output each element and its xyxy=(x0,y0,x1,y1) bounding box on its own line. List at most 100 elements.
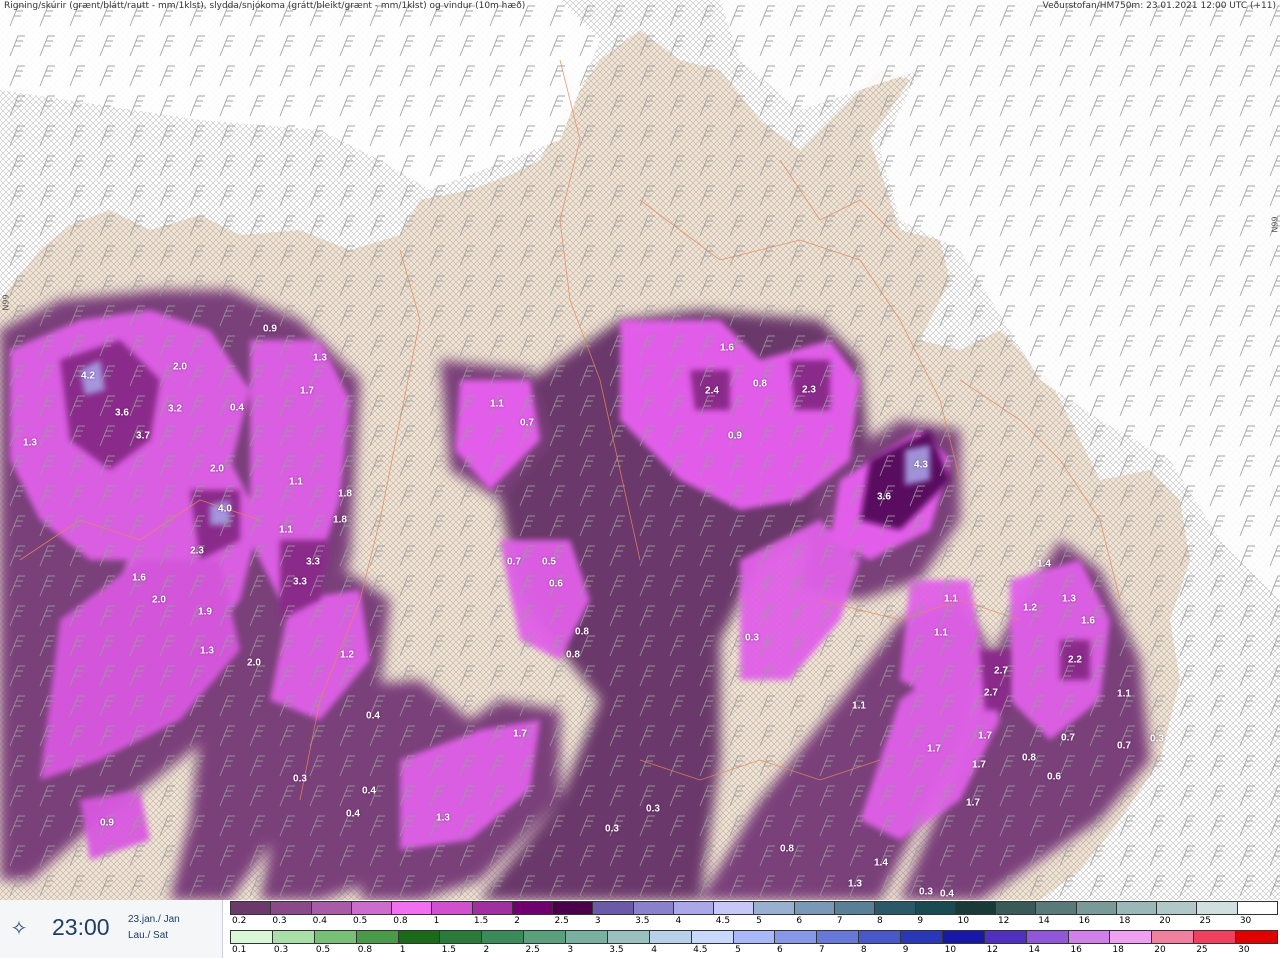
scale-swatch xyxy=(942,930,985,944)
precip-value-label: 4.0 xyxy=(218,503,232,515)
scale-swatch xyxy=(432,901,473,915)
precip-value-label: 3.6 xyxy=(115,407,129,419)
precip-value-label: 4.2 xyxy=(81,370,95,382)
scale-swatch xyxy=(1068,930,1111,944)
scale-label: 2 xyxy=(514,916,520,926)
scale-label: 30 xyxy=(1239,916,1252,926)
scale-swatch xyxy=(553,901,594,915)
scale-swatch xyxy=(817,930,860,944)
scale-swatch xyxy=(230,901,272,915)
scale-swatch xyxy=(440,930,483,944)
precip-value-label: 0.4 xyxy=(366,710,380,722)
scale-swatch xyxy=(859,930,901,944)
precip-value-label: 0.4 xyxy=(346,808,360,820)
precip-value-label: 2.7 xyxy=(984,687,998,699)
scale-label: 2 xyxy=(483,945,490,955)
precip-value-label: 1.1 xyxy=(490,398,504,410)
precip-value-label: 1.6 xyxy=(1081,615,1095,627)
precip-value-label: 2.7 xyxy=(994,665,1008,677)
scale-label: 12 xyxy=(986,945,999,955)
precip-value-label: 2.2 xyxy=(1068,654,1082,666)
scale-label: 3.5 xyxy=(635,916,650,926)
scale-swatch xyxy=(1036,901,1077,915)
scale-label: 8 xyxy=(860,945,867,955)
scale-label: 30 xyxy=(1238,945,1250,955)
precip-value-label: 2.0 xyxy=(247,657,261,669)
scale-label: 3.5 xyxy=(609,945,624,955)
precip-value-label: 2.0 xyxy=(210,463,224,475)
scale-label: 1 xyxy=(433,916,440,926)
scale-swatch xyxy=(314,930,357,944)
precip-value-label: 1.7 xyxy=(513,728,527,740)
precip-value-label: 1.8 xyxy=(333,514,347,526)
precip-value-label: 0.7 xyxy=(1061,732,1075,744)
precip-value-label: 0.7 xyxy=(1117,740,1131,752)
scale-label: 0.3 xyxy=(272,916,287,926)
scale-swatch xyxy=(1076,901,1117,915)
scale-swatch xyxy=(311,901,352,915)
scale-label: 10 xyxy=(944,945,957,955)
precip-value-label: 0.5 xyxy=(542,556,556,568)
scale-swatch xyxy=(524,930,566,944)
scale-label: 6 xyxy=(776,945,783,955)
scale-label: 3 xyxy=(567,945,574,955)
scale-label: 4 xyxy=(651,945,657,955)
scale-swatch xyxy=(351,901,393,915)
scale-label: 10 xyxy=(957,916,970,926)
map-source: Veðurstofan/HM750m: 23.01.2021 12:00 UTC… xyxy=(1042,1,1276,11)
forecast-weekday: Lau./ Sat xyxy=(128,930,169,941)
precip-value-label: 4.3 xyxy=(914,459,928,471)
precip-value-label: 0.9 xyxy=(100,817,114,829)
precip-value-label: 0.8 xyxy=(1022,752,1036,764)
precip-value-label: 1.7 xyxy=(966,797,980,809)
precip-value-label: 0.3 xyxy=(293,773,307,785)
precip-value-label: 1.4 xyxy=(1037,558,1051,570)
scale-swatch xyxy=(566,930,608,944)
scale-swatch xyxy=(673,901,715,915)
scale-swatch xyxy=(1237,901,1278,915)
scale-label: 14 xyxy=(1028,945,1040,955)
scale-label: 2.5 xyxy=(554,916,569,926)
precip-value-label: 0.8 xyxy=(753,378,767,390)
precip-value-label: 0.3 xyxy=(1150,733,1164,745)
precip-value-label: 1.7 xyxy=(300,385,314,397)
precip-value-label: 0.3 xyxy=(646,803,660,815)
scale-label: 6 xyxy=(796,916,803,926)
precip-value-label: 1.6 xyxy=(132,572,146,584)
scale-label: 0.8 xyxy=(357,945,373,955)
precip-value-label: 1.1 xyxy=(1117,688,1131,700)
precip-value-label: 1.1 xyxy=(944,593,958,605)
precip-value-label: 1.3 xyxy=(436,812,450,824)
precip-value-label: 1.3 xyxy=(848,878,862,890)
scale-swatch xyxy=(392,901,433,915)
scale-label: 0.4 xyxy=(312,916,327,926)
precip-value-label: 1.1 xyxy=(934,627,948,639)
precip-value-label: 3.3 xyxy=(306,556,320,568)
precip-value-label: 0.9 xyxy=(728,430,742,442)
scale-label: 25 xyxy=(1196,945,1208,955)
scale-swatch xyxy=(775,930,818,944)
scale-swatch xyxy=(984,930,1027,944)
scale-label: 5 xyxy=(735,945,741,955)
precip-value-label: 1.7 xyxy=(972,759,986,771)
scale-swatch xyxy=(1194,930,1236,944)
scale-label: 18 xyxy=(1118,916,1131,926)
precip-value-label: 1.2 xyxy=(340,649,354,661)
scale-label: 3 xyxy=(594,916,601,926)
precip-value-label: 0.4 xyxy=(230,402,244,414)
map-title: Rigning/skúrir (grænt/blátt/rautt - mm/1… xyxy=(4,1,526,11)
scale-label: 7 xyxy=(818,945,825,955)
precip-value-label: 1.3 xyxy=(200,645,214,657)
precip-value-label: 2.3 xyxy=(802,384,816,396)
scale-swatch xyxy=(356,930,399,944)
precip-value-label: 2.4 xyxy=(705,385,719,397)
wind-barbs xyxy=(0,0,1280,900)
scale-label: 20 xyxy=(1154,945,1166,955)
scale-label: 14 xyxy=(1038,916,1050,926)
scale-label: 4.5 xyxy=(693,945,708,955)
legend-bar: ✧ 23:00 23.jan./ Jan Lau./ Sat 0.2 0.3 0.4… xyxy=(0,900,1280,958)
scale-label: 1.5 xyxy=(473,916,489,926)
precip-value-label: 0.7 xyxy=(520,417,534,429)
latitude-label-right: 66N xyxy=(1269,216,1279,233)
precip-value-label: 1.3 xyxy=(1062,593,1076,605)
